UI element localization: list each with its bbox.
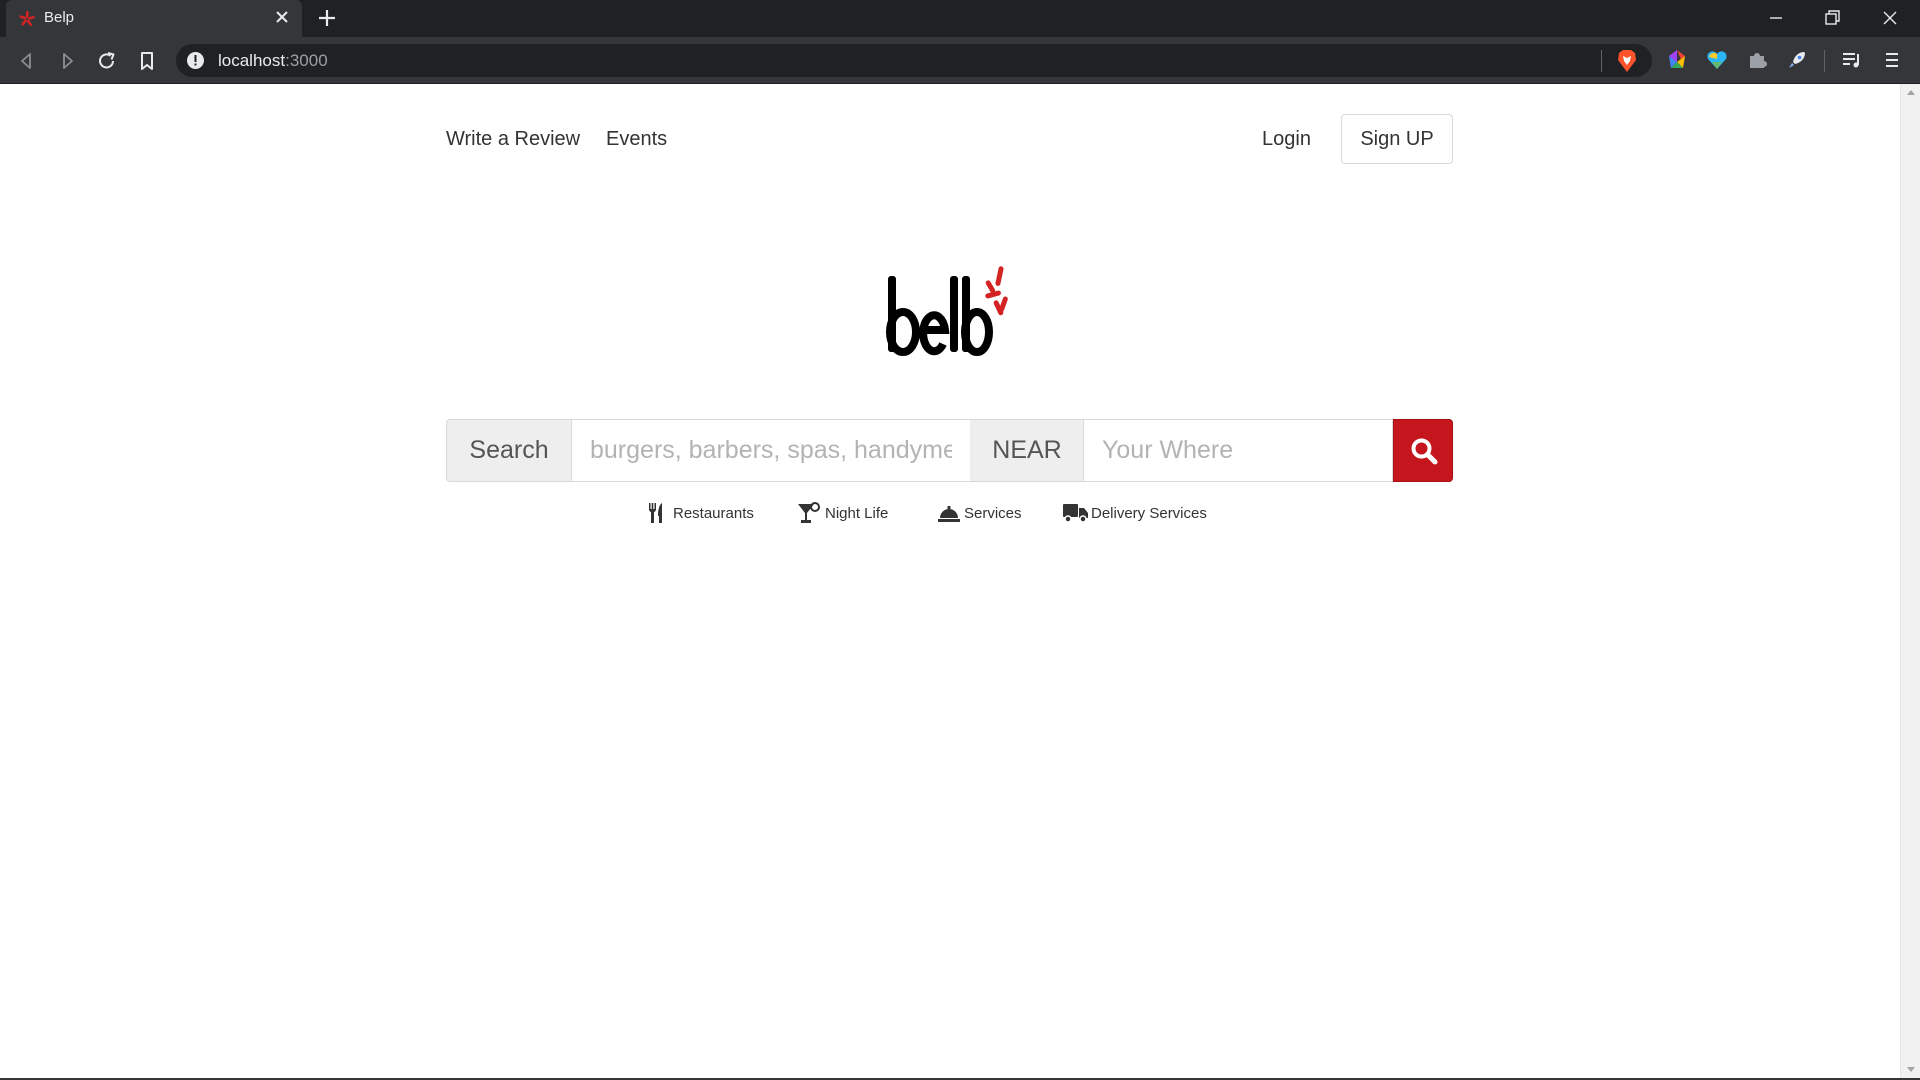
belp-logo <box>886 266 1008 356</box>
truck-icon <box>1063 504 1088 523</box>
category-night-life[interactable]: Night Life <box>797 502 891 524</box>
login-link[interactable]: Login <box>1262 128 1311 151</box>
colorful-extension-icon[interactable] <box>1665 48 1689 72</box>
address-bar[interactable]: localhost:3000 <box>176 44 1652 77</box>
rocket-extension-icon[interactable] <box>1785 48 1809 72</box>
category-services[interactable]: Services <box>938 502 1022 524</box>
back-icon[interactable] <box>14 48 40 74</box>
service-bell-icon <box>938 506 960 522</box>
new-tab-icon[interactable] <box>315 6 339 30</box>
browser-toolbar: localhost:3000 <box>0 37 1920 84</box>
category-delivery-services[interactable]: Delivery Services <box>1063 502 1207 524</box>
bookmark-icon[interactable] <box>134 48 160 74</box>
scroll-down-arrow-icon[interactable] <box>1907 1067 1915 1072</box>
category-label: Restaurants <box>673 505 754 522</box>
minimize-icon[interactable] <box>1764 6 1788 30</box>
menu-icon[interactable] <box>1880 48 1904 72</box>
url-host: localhost <box>218 51 286 70</box>
utensils-icon <box>649 503 662 523</box>
near-label: NEAR <box>970 419 1084 482</box>
page-scrollbar[interactable] <box>1900 84 1920 1078</box>
category-label: Services <box>964 505 1022 522</box>
signup-button[interactable]: Sign UP <box>1341 114 1453 164</box>
search-icon <box>1411 438 1438 465</box>
browser-tabbar: Belp <box>0 0 1920 37</box>
write-review-link[interactable]: Write a Review <box>446 128 580 151</box>
scroll-up-arrow-icon[interactable] <box>1907 90 1915 95</box>
cocktail-icon <box>798 502 820 523</box>
reload-icon[interactable] <box>94 48 120 74</box>
url-text: localhost:3000 <box>218 51 328 71</box>
restore-icon[interactable] <box>1820 6 1844 30</box>
category-label: Night Life <box>825 505 889 522</box>
category-restaurants[interactable]: Restaurants <box>647 502 754 524</box>
page-body <box>0 84 1900 1078</box>
omnibox-divider <box>1601 50 1602 72</box>
toolbar-divider <box>1824 50 1825 72</box>
close-window-icon[interactable] <box>1878 6 1902 30</box>
search-button[interactable] <box>1393 419 1453 482</box>
tab-title: Belp <box>44 9 75 26</box>
yelp-burst-favicon <box>19 11 35 26</box>
search-where-input[interactable] <box>1083 419 1393 482</box>
brave-shield-icon[interactable] <box>1616 49 1638 73</box>
browser-tab[interactable]: Belp <box>6 0 302 37</box>
heart-extension-icon[interactable] <box>1705 48 1729 72</box>
info-icon[interactable] <box>186 51 205 70</box>
category-label: Delivery Services <box>1091 505 1207 522</box>
search-label: Search <box>446 419 572 482</box>
events-link[interactable]: Events <box>606 128 667 151</box>
media-icon[interactable] <box>1840 48 1864 72</box>
close-tab-icon[interactable] <box>272 7 292 27</box>
puzzle-extension-icon[interactable] <box>1745 48 1769 72</box>
search-what-input[interactable] <box>571 419 971 482</box>
forward-icon[interactable] <box>54 48 80 74</box>
url-port: :3000 <box>285 51 328 70</box>
search-bar: Search NEAR <box>446 419 1453 482</box>
